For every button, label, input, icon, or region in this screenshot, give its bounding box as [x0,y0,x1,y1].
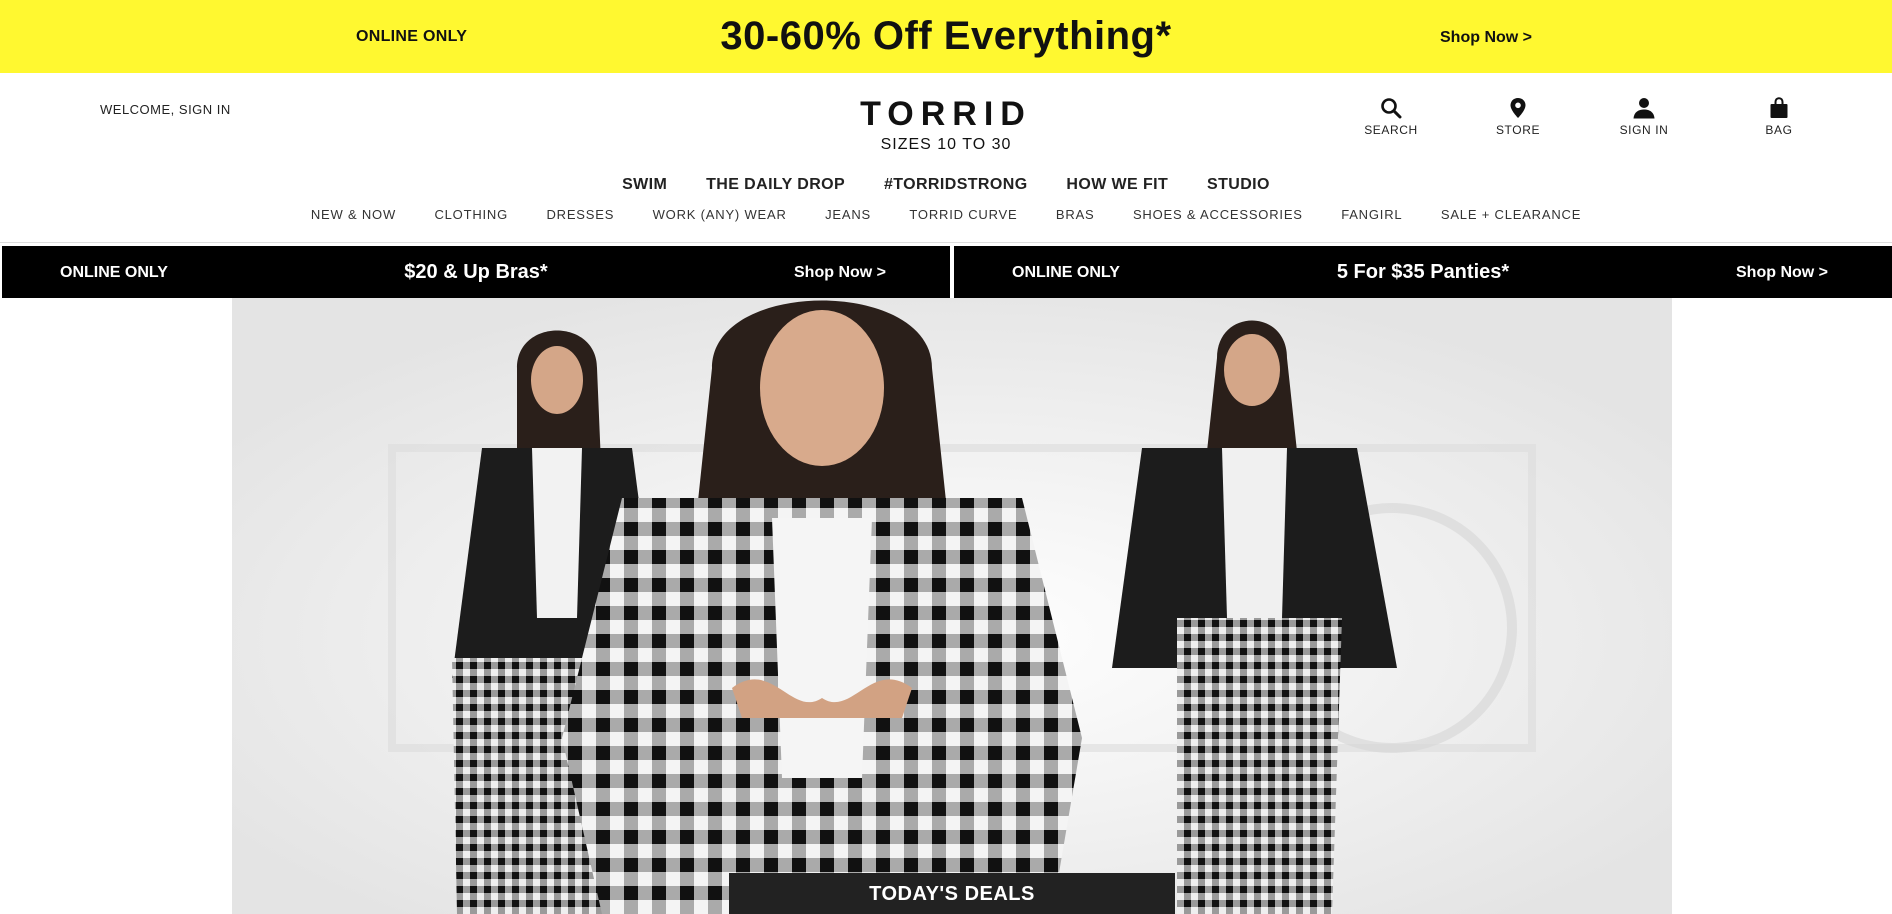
brand-tagline: SIZES 10 TO 30 [880,136,1012,153]
nav-jeans[interactable]: JEANS [825,207,871,222]
bras-promo-shop-now[interactable]: Shop Now > [794,264,886,282]
site-header: WELCOME, SIGN IN TORRID SIZES 10 TO 30 S… [0,73,1892,243]
shopping-bag-icon [1734,95,1824,121]
sign-in-button[interactable]: SIGN IN [1599,95,1689,137]
search-button[interactable]: SEARCH [1346,95,1436,137]
location-pin-icon [1473,95,1563,121]
bag-button[interactable]: BAG [1734,95,1824,137]
bag-label: BAG [1765,123,1793,137]
nav-new-and-now[interactable]: NEW & NOW [311,207,396,222]
nav-sale-clearance[interactable]: SALE + CLEARANCE [1441,207,1581,222]
nav-shoes-accessories[interactable]: SHOES & ACCESSORIES [1133,207,1303,222]
nav-studio[interactable]: STUDIO [1207,176,1270,194]
top-promo-bar[interactable]: ONLINE ONLY 30-60% Off Everything* Shop … [0,0,1892,73]
hero-banner-image[interactable] [232,298,1672,914]
panties-promo-banner[interactable]: ONLINE ONLY 5 For $35 Panties* Shop Now … [954,246,1892,298]
promo-headline[interactable]: 30-60% Off Everything* [0,14,1892,59]
todays-deals-button[interactable]: TODAY'S DEALS [729,873,1175,914]
store-button[interactable]: STORE [1473,95,1563,137]
store-label: STORE [1495,123,1541,137]
sign-in-label: SIGN IN [1619,123,1669,137]
secondary-nav: NEW & NOW CLOTHING DRESSES WORK (ANY) WE… [0,207,1892,222]
hero-models-illustration [232,298,1672,914]
nav-torrid-curve[interactable]: TORRID CURVE [909,207,1017,222]
nav-clothing[interactable]: CLOTHING [434,207,508,222]
primary-nav: SWIM THE DAILY DROP #TORRIDSTRONG HOW WE… [0,176,1892,194]
nav-work-any-wear[interactable]: WORK (ANY) WEAR [653,207,787,222]
promo-shop-now-link[interactable]: Shop Now > [1440,29,1532,47]
nav-swim[interactable]: SWIM [622,176,667,194]
nav-dresses[interactable]: DRESSES [546,207,614,222]
nav-fangirl[interactable]: FANGIRL [1341,207,1402,222]
panties-promo-shop-now[interactable]: Shop Now > [1736,264,1828,282]
search-label: SEARCH [1364,123,1418,137]
user-icon [1599,95,1689,121]
search-icon [1346,95,1436,121]
nav-bras[interactable]: BRAS [1056,207,1095,222]
nav-how-we-fit[interactable]: HOW WE FIT [1066,176,1168,194]
bras-promo-banner[interactable]: ONLINE ONLY $20 & Up Bras* Shop Now > [2,246,950,298]
nav-the-daily-drop[interactable]: THE DAILY DROP [706,176,845,194]
nav-torridstrong[interactable]: #TORRIDSTRONG [884,176,1028,194]
